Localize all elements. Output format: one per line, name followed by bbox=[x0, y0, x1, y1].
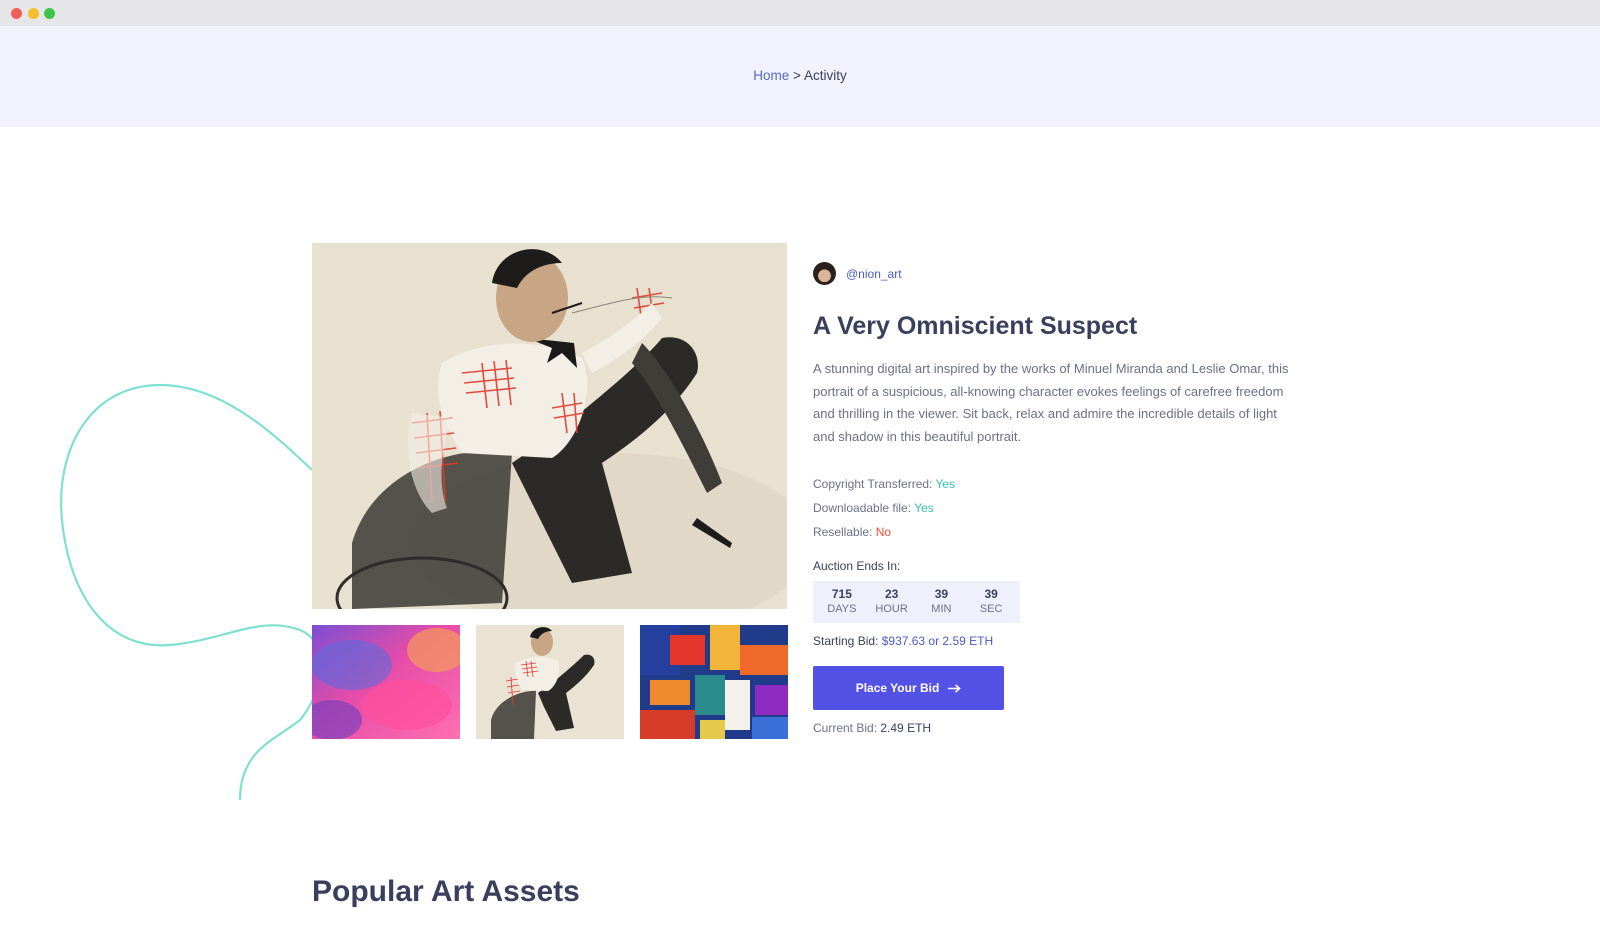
artwork-title: A Very Omniscient Suspect bbox=[813, 312, 1138, 340]
countdown-minutes: 39 MIN bbox=[917, 587, 965, 617]
downloadable-file: Downloadable file: Yes bbox=[813, 501, 934, 515]
countdown-hours: 23 HOUR bbox=[868, 587, 916, 617]
countdown-seconds: 39 SEC bbox=[967, 587, 1015, 617]
auction-countdown: 715 DAYS 23 HOUR 39 MIN 39 SEC bbox=[813, 581, 1020, 623]
minimize-window-button[interactable] bbox=[28, 8, 39, 19]
countdown-minutes-unit: MIN bbox=[931, 603, 952, 615]
current-bid-value: 2.49 ETH bbox=[880, 721, 932, 735]
countdown-minutes-value: 39 bbox=[934, 587, 949, 601]
author-handle-link[interactable]: @nion_art bbox=[846, 267, 902, 281]
breadcrumb-current: Activity bbox=[803, 68, 847, 83]
decorative-swirl-line bbox=[60, 383, 320, 801]
resellable-label: Resellable: bbox=[813, 525, 873, 539]
thumbnail-suspect-portrait[interactable] bbox=[476, 625, 624, 739]
breadcrumb-separator: > bbox=[793, 68, 801, 83]
place-bid-label: Place Your Bid bbox=[855, 681, 940, 695]
maximize-window-button[interactable] bbox=[44, 8, 55, 19]
popular-art-assets-heading: Popular Art Assets bbox=[312, 875, 580, 908]
countdown-days-value: 715 bbox=[831, 587, 852, 601]
page-hero: Home > Activity bbox=[0, 26, 1600, 127]
starting-bid: Starting Bid: $937.63 or 2.59 ETH bbox=[813, 634, 993, 648]
resellable-value: No bbox=[875, 525, 892, 539]
breadcrumb: Home > Activity bbox=[0, 68, 1600, 83]
downloadable-label: Downloadable file: bbox=[813, 501, 912, 515]
browser-window: Home > Activity @nion_art A Very Omnisci… bbox=[0, 0, 1600, 927]
artwork-description: A stunning digital art inspired by the w… bbox=[813, 361, 1289, 444]
resellable: Resellable: No bbox=[813, 525, 891, 539]
downloadable-value: Yes bbox=[914, 501, 934, 515]
window-titlebar bbox=[0, 0, 1600, 26]
auction-ends-label: Auction Ends In: bbox=[813, 559, 901, 573]
countdown-seconds-unit: SEC bbox=[979, 603, 1003, 615]
copyright-label: Copyright Transferred: bbox=[813, 477, 933, 491]
starting-bid-label: Starting Bid: bbox=[813, 634, 879, 648]
artwork-main-image bbox=[312, 243, 787, 609]
author-avatar[interactable] bbox=[813, 262, 836, 285]
countdown-days-unit: DAYS bbox=[827, 603, 857, 615]
copyright-value: Yes bbox=[935, 477, 956, 491]
arrow-right-icon bbox=[948, 683, 962, 693]
countdown-seconds-value: 39 bbox=[984, 587, 998, 601]
countdown-hours-value: 23 bbox=[884, 587, 899, 601]
countdown-days: 715 DAYS bbox=[818, 587, 866, 617]
close-window-button[interactable] bbox=[11, 8, 22, 19]
countdown-hours-unit: HOUR bbox=[875, 603, 908, 615]
thumbnail-abstract-pink[interactable] bbox=[312, 625, 460, 739]
thumbnail-abstract-colorful[interactable] bbox=[640, 625, 788, 739]
current-bid-label: Current Bid: bbox=[813, 721, 878, 735]
current-bid: Current Bid: 2.49 ETH bbox=[813, 721, 931, 735]
place-bid-button[interactable]: Place Your Bid bbox=[813, 666, 1004, 710]
starting-bid-value: $937.63 or 2.59 ETH bbox=[881, 634, 994, 648]
copyright-transferred: Copyright Transferred: Yes bbox=[813, 477, 955, 491]
breadcrumb-home-link[interactable]: Home bbox=[753, 68, 789, 83]
